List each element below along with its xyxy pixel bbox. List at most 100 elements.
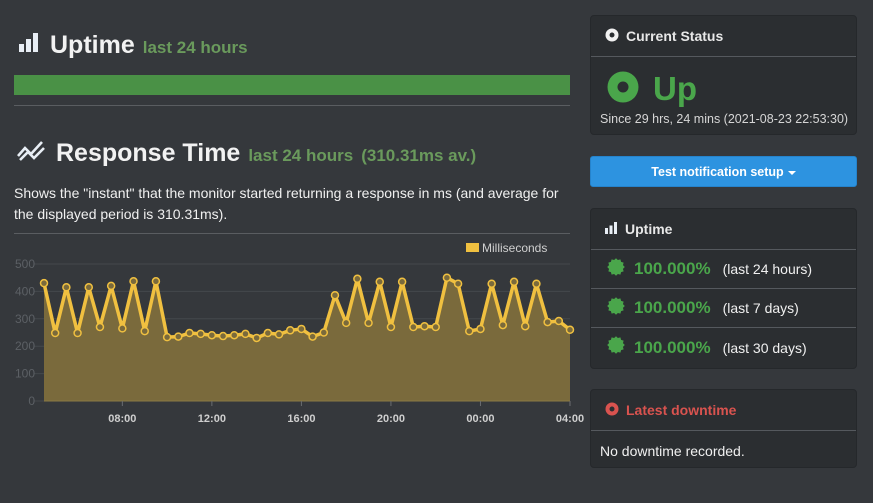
uptime-percent: 100.000%	[634, 259, 711, 278]
current-status-title: Current Status	[626, 28, 724, 44]
data-point[interactable]	[218, 331, 228, 341]
uptime-panel-header: Uptime	[591, 209, 856, 250]
data-point[interactable]	[565, 325, 575, 335]
data-point[interactable]	[487, 279, 496, 288]
data-point[interactable]	[274, 330, 284, 339]
data-point[interactable]	[308, 332, 317, 341]
data-point[interactable]	[498, 320, 508, 330]
caret-down-icon	[787, 170, 796, 175]
response-time-subtitle: last 24 hours	[248, 146, 354, 165]
certificate-badge-icon	[607, 296, 625, 320]
data-point[interactable]	[409, 322, 418, 332]
test-notification-label: Test notification setup	[651, 164, 784, 179]
x-tick-label: 12:00	[198, 413, 226, 425]
divider	[14, 105, 570, 106]
data-point[interactable]	[554, 316, 564, 326]
line-chart-icon	[16, 139, 46, 166]
y-tick-label: 500	[15, 257, 35, 271]
data-point[interactable]	[431, 322, 440, 332]
certificate-badge-icon	[607, 257, 625, 281]
data-point[interactable]	[297, 324, 306, 334]
data-point[interactable]	[174, 332, 183, 341]
data-point[interactable]	[151, 277, 161, 286]
uptime-percent: 100.000%	[634, 337, 711, 357]
data-point[interactable]	[330, 290, 340, 300]
data-point[interactable]	[230, 330, 239, 340]
data-point[interactable]	[453, 279, 463, 288]
data-point[interactable]	[341, 318, 351, 328]
y-tick-label: 100	[15, 367, 35, 381]
chart-legend: Milliseconds	[466, 241, 547, 255]
data-point[interactable]	[84, 283, 94, 292]
uptime-panel: Uptime 100.000% (last 24 hours) 100.000% (l…	[590, 208, 857, 369]
data-point[interactable]	[252, 333, 261, 343]
data-point[interactable]	[162, 332, 172, 342]
uptime-percent: 100.000%	[634, 298, 711, 317]
latest-downtime-body: No downtime recorded.	[600, 443, 745, 459]
uptime-heading: Uptime last 24 hours	[18, 31, 248, 60]
legend-label: Milliseconds	[482, 241, 547, 255]
test-notification-button[interactable]: Test notification setup	[590, 156, 857, 187]
y-tick-label: 0	[28, 394, 35, 408]
data-point[interactable]	[140, 326, 149, 336]
data-point[interactable]	[364, 318, 373, 328]
x-tick-label: 04:00	[556, 413, 584, 425]
status-since: Since 29 hrs, 24 mins (2021-08-23 22:53:…	[600, 112, 849, 126]
data-point[interactable]	[397, 277, 407, 287]
chart-area-fill	[44, 277, 570, 401]
data-point[interactable]	[73, 328, 82, 338]
uptime-item: 100.000% (last 24 hours)	[591, 250, 856, 289]
data-point[interactable]	[520, 321, 530, 331]
uptime-bar	[14, 75, 570, 95]
status-up-icon	[607, 71, 639, 108]
data-point[interactable]	[62, 283, 71, 292]
x-tick-label: 08:00	[108, 413, 136, 425]
data-point[interactable]	[263, 328, 273, 338]
data-point[interactable]	[420, 321, 429, 331]
uptime-period: (last 30 days)	[722, 339, 807, 356]
latest-downtime-panel: Latest downtime No downtime recorded.	[590, 389, 857, 468]
data-point[interactable]	[118, 324, 127, 333]
dot-circle-icon	[605, 28, 619, 45]
uptime-subtitle: last 24 hours	[142, 38, 248, 57]
uptime-item: 100.000% (last 30 days)	[591, 328, 856, 367]
data-point[interactable]	[39, 278, 49, 288]
x-tick-label: 00:00	[466, 413, 494, 425]
data-point[interactable]	[50, 328, 60, 338]
bar-chart-icon	[18, 31, 40, 58]
uptime-item: 100.000% (last 7 days)	[591, 289, 856, 328]
certificate-badge-icon	[607, 336, 625, 359]
data-point[interactable]	[476, 324, 485, 334]
data-point[interactable]	[442, 273, 452, 282]
y-tick-label: 200	[15, 339, 35, 353]
data-point[interactable]	[95, 322, 105, 332]
data-point[interactable]	[532, 279, 541, 288]
data-point[interactable]	[509, 277, 519, 287]
data-point[interactable]	[543, 317, 552, 327]
data-point[interactable]	[196, 329, 205, 339]
data-point[interactable]	[185, 328, 194, 338]
response-time-heading: Response Time last 24 hours (310.31ms av…	[16, 139, 476, 168]
data-point[interactable]	[375, 277, 384, 287]
y-tick-label: 300	[15, 312, 35, 326]
data-point[interactable]	[353, 274, 362, 284]
data-point[interactable]	[129, 277, 138, 286]
legend-swatch	[466, 243, 479, 252]
response-time-chart[interactable]: 0 100 200 300 400 500 08:00 12:00 16:00 20:00 00:…	[14, 236, 584, 431]
data-point[interactable]	[106, 281, 116, 291]
status-state: Up	[653, 70, 697, 107]
response-time-title: Response Time	[56, 139, 241, 167]
data-point[interactable]	[207, 330, 217, 340]
response-time-description: Shows the "instant" that the monitor sta…	[14, 185, 559, 222]
data-point[interactable]	[285, 326, 295, 335]
uptime-panel-title: Uptime	[625, 221, 673, 237]
data-point[interactable]	[465, 326, 474, 336]
divider	[14, 233, 570, 234]
data-point[interactable]	[241, 329, 250, 339]
data-point[interactable]	[386, 322, 396, 332]
current-status-header: Current Status	[591, 16, 856, 57]
uptime-title: Uptime	[50, 31, 135, 59]
data-point[interactable]	[319, 328, 329, 337]
bar-chart-icon	[605, 221, 618, 237]
latest-downtime-title: Latest downtime	[626, 402, 737, 418]
